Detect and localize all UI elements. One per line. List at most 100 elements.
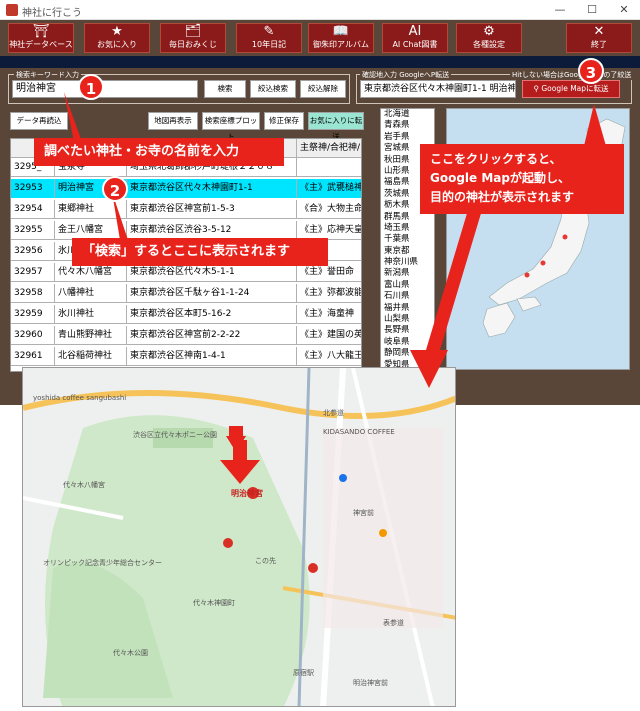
map-label: 北参道 [323,409,344,417]
table-row[interactable]: 32960青山熊野神社東京都渋谷区神宮前2-2-22《主》建国の英霊 [11,326,361,345]
minimize-button[interactable]: — [548,2,572,18]
toolbar-omikuji-button[interactable]: 🗂 毎日おみくじ [160,23,226,53]
google-map-view[interactable]: 明治神宮 代々木神園町 代々木公園 原宿駅 北参道 表参道 代々木八幡宮 明治神… [22,367,456,707]
search-input[interactable]: 明治神宮 [12,80,198,98]
window-title: 神社に行こう [22,8,82,19]
prefecture-item[interactable]: 新潟県 [381,268,434,279]
table-cell-addr: 東京都渋谷区神宮前2-2-22 [127,326,297,345]
title-bar: 神社に行こう — ☐ ✕ [0,0,640,20]
ai-icon: AI [408,24,422,39]
prefecture-item[interactable]: 神奈川県 [381,257,434,268]
toolbar-goshuin-button[interactable]: 📖 御朱印アルバム [308,23,374,53]
prefecture-item[interactable]: 千葉県 [381,234,434,245]
map-label: 代々木神園町 [193,599,235,607]
table-cell-deity: 《主》武甕槌神 経 [297,179,361,198]
table-cell-id: 32959 [11,305,55,324]
reload-data-button[interactable]: データ再読込 [10,112,68,130]
table-cell-deity: 《主》海童神 [297,305,361,324]
gear-icon: ⚙ [483,24,495,39]
table-row[interactable]: 32954東郷神社東京都渋谷区神宮前1-5-3《合》大物主命 菅 [11,200,361,219]
search-button[interactable]: 検索 [204,80,246,98]
toolbar-ai-chat-button[interactable]: AI AI Chat図書 [382,23,448,53]
table-row[interactable]: 32959 氷川神社 東京都渋谷区本町5-16-2 《主》海童神 [11,305,361,324]
table-cell-addr: 東京都渋谷区本町5-16-2 [127,305,297,324]
table-row[interactable]: 32953明治神宮東京都渋谷区代々木神園町1-1《主》武甕槌神 経 [11,179,361,198]
toolbar-database-button[interactable]: ⛩ 神社データベース [8,23,74,53]
map-label: yoshida coffee sangubashi [33,394,127,402]
divider-strip [0,56,640,68]
map-label: 代々木八幡宮 [63,481,105,489]
table-cell-name: 北谷稲荷神社 [55,347,127,366]
prefecture-item[interactable]: 石川県 [381,291,434,302]
table-cell-name: 氷川神社 [55,305,127,324]
app-icon [6,4,18,16]
google-group-label: 確認地入力 GoogleへP転送 [360,70,452,80]
prefecture-item[interactable]: 埼玉県 [381,223,434,234]
map-label: 明治神宮前 [353,679,388,687]
step-3-callout: ここをクリックすると、 Google Mapが起動し、 目的の神社が表示されます [420,144,624,214]
prefecture-item[interactable]: 山梨県 [381,314,434,325]
prefecture-item[interactable]: 岐阜県 [381,337,434,348]
prefecture-item[interactable]: 岩手県 [381,132,434,143]
plot-coordinates-button[interactable]: 検索座標プロット [202,112,260,141]
google-map-transfer-button[interactable]: ⚲ Google Mapに転送 [522,80,620,98]
toolbar-settings-button[interactable]: ⚙ 各種設定 [456,23,522,53]
close-button[interactable]: ✕ [612,2,636,18]
map-label: オリンピック記念青少年総合センター [43,559,162,567]
prefecture-item[interactable]: 東京都 [381,246,434,257]
step-1-badge: 1 [78,74,104,100]
table-cell-addr: 東京都渋谷区代々木神園町1-1 [127,179,297,198]
redraw-map-button[interactable]: 地図再表示 [148,112,198,130]
table-cell-deity: 《主》八大龍王神 [297,347,361,366]
step-3-badge: 3 [578,58,604,84]
toolbar-diary-button[interactable]: ✎ 10年日記 [236,23,302,53]
toolbar-exit-button[interactable]: ✕ 終了 [566,23,632,53]
table-cell-deity: 《合》大物主命 菅 [297,200,361,219]
map-label: 神宮前 [353,509,374,517]
prefecture-item[interactable]: 青森県 [381,120,434,131]
map-label: 原宿駅 [293,669,314,677]
table-cell-id: 32957 [11,263,55,282]
prefecture-item[interactable]: 長野県 [381,325,434,336]
toolbar-favorites-button[interactable]: ★ お気に入り [84,23,150,53]
map-label: 表参道 [383,619,404,627]
maximize-button[interactable]: ☐ [580,2,604,18]
shrine-search-icon: ⛩ [32,24,50,39]
star-icon: ★ [111,24,123,39]
table-cell-addr: 東京都渋谷区千駄ヶ谷1-1-24 [127,284,297,303]
table-cell-id: 32955 [11,221,55,240]
pin-marker [524,272,530,278]
prefecture-item[interactable]: 北海道 [381,109,434,120]
narrow-search-button[interactable]: 絞込検索 [250,80,296,98]
table-row[interactable]: 32961北谷稲荷神社東京都渋谷区神南1-4-1《主》八大龍王神 [11,347,361,366]
clear-filter-button[interactable]: 絞込解除 [300,80,346,98]
step-1-callout: 調べたい神社・お寺の名前を入力 [34,138,284,166]
table-cell-deity [297,158,361,177]
pin-marker [562,234,568,240]
header-deity: 主祭神/合祀神/ [297,139,361,158]
table-row[interactable]: 32958八幡神社東京都渋谷区千駄ヶ谷1-1-24《主》弥都波能売神 [11,284,361,303]
map-svg [23,368,455,706]
send-to-favorites-button[interactable]: お気に入りに転送 [308,112,364,141]
step-2-callout: 「検索」するとここに表示されます [72,238,328,266]
search-group-label: 検索キーワード入力 [14,70,81,80]
map-label: この先 [255,557,276,565]
map-label: KIDASANDO COFFEE [323,428,395,436]
table-cell-id: 32954 [11,200,55,219]
omikuji-icon: 🗂 [184,24,202,39]
table-cell-id: 32960 [11,326,55,345]
prefecture-item[interactable]: 福井県 [381,303,434,314]
down-arrow-icon [220,440,260,484]
table-cell-deity: 《主》弥都波能売神 [297,284,361,303]
table-cell-name: 八幡神社 [55,284,127,303]
prefecture-item[interactable]: 富山県 [381,280,434,291]
table-cell-id: 32958 [11,284,55,303]
address-field[interactable]: 東京都渋谷区代々木神園町1-1 明治神宮 [360,80,516,98]
map-label: 代々木公園 [113,649,148,657]
table-cell-addr: 東京都渋谷区神南1-4-1 [127,347,297,366]
map-label: 渋谷区立代々木ポニー公園 [133,431,217,439]
prefecture-item[interactable]: 静岡県 [381,348,434,359]
save-edit-button[interactable]: 修正保存 [264,112,304,130]
step-2-badge: 2 [102,176,128,202]
map-title: 明治神宮 [231,489,263,498]
